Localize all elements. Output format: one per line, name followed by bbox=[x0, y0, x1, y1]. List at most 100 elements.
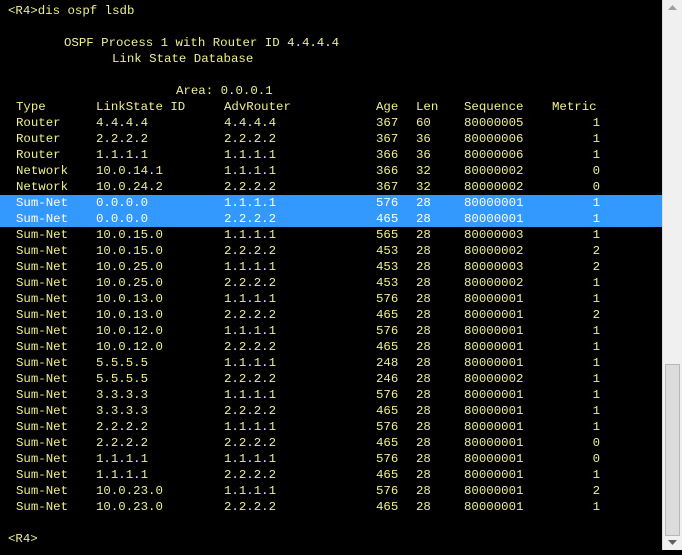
cell-len: 28 bbox=[416, 500, 431, 514]
table-row[interactable]: Sum-Net 3.3.3.3 2.2.2.2 465 28 80000001 1 bbox=[0, 403, 662, 419]
table-row[interactable]: Sum-Net 5.5.5.5 2.2.2.2 246 28 80000002 1 bbox=[0, 371, 662, 387]
cell-linkstate-id: 3.3.3.3 bbox=[96, 404, 149, 418]
arrow-down-icon[interactable] bbox=[663, 535, 682, 550]
cell-len: 28 bbox=[416, 356, 431, 370]
cell-linkstate-id: 10.0.13.0 bbox=[96, 292, 163, 306]
cell-advrouter: 2.2.2.2 bbox=[224, 132, 277, 146]
cell-sequence: 80000002 bbox=[464, 276, 524, 290]
table-row[interactable]: Sum-Net 2.2.2.2 2.2.2.2 465 28 80000001 0 bbox=[0, 435, 662, 451]
table-row[interactable]: Sum-Net 10.0.25.0 2.2.2.2 453 28 80000002 1 bbox=[0, 275, 662, 291]
cell-age: 576 bbox=[376, 420, 399, 434]
table-row[interactable]: Sum-Net 1.1.1.1 1.1.1.1 576 28 80000001 0 bbox=[0, 451, 662, 467]
cell-len: 28 bbox=[416, 340, 431, 354]
table-row[interactable]: Sum-Net 10.0.23.0 2.2.2.2 465 28 80000001 1 bbox=[0, 499, 662, 515]
cell-sequence: 80000002 bbox=[464, 164, 524, 178]
process-title: OSPF Process 1 with Router ID 4.4.4.4 bbox=[64, 36, 340, 50]
table-row[interactable]: Sum-Net 10.0.12.0 2.2.2.2 465 28 80000001 1 bbox=[0, 339, 662, 355]
cell-advrouter: 2.2.2.2 bbox=[224, 404, 277, 418]
cell-metric: 1 bbox=[592, 196, 600, 210]
cell-metric: 1 bbox=[592, 212, 600, 226]
table-row[interactable]: Sum-Net 0.0.0.0 1.1.1.1 576 28 80000001 1 bbox=[0, 195, 662, 211]
table-row[interactable]: Sum-Net 1.1.1.1 2.2.2.2 465 28 80000001 1 bbox=[0, 467, 662, 483]
cell-sequence: 80000001 bbox=[464, 356, 524, 370]
cell-type: Sum-Net bbox=[16, 372, 69, 386]
cell-linkstate-id: 10.0.25.0 bbox=[96, 260, 163, 274]
cell-age: 465 bbox=[376, 404, 399, 418]
cell-type: Sum-Net bbox=[16, 324, 69, 338]
table-row[interactable]: Network 10.0.14.1 1.1.1.1 366 32 80000002 0 bbox=[0, 163, 662, 179]
table-row[interactable]: Sum-Net 2.2.2.2 1.1.1.1 576 28 80000001 1 bbox=[0, 419, 662, 435]
table-row[interactable]: Sum-Net 3.3.3.3 1.1.1.1 576 28 80000001 1 bbox=[0, 387, 662, 403]
cell-metric: 1 bbox=[592, 292, 600, 306]
cell-len: 60 bbox=[416, 116, 431, 130]
cell-advrouter: 2.2.2.2 bbox=[224, 308, 277, 322]
table-row[interactable]: Sum-Net 10.0.15.0 1.1.1.1 565 28 80000003 1 bbox=[0, 227, 662, 243]
cell-age: 453 bbox=[376, 260, 399, 274]
cell-type: Sum-Net bbox=[16, 212, 69, 226]
table-row[interactable]: Sum-Net 5.5.5.5 1.1.1.1 248 28 80000001 1 bbox=[0, 355, 662, 371]
cell-linkstate-id: 10.0.13.0 bbox=[96, 308, 163, 322]
cell-advrouter: 1.1.1.1 bbox=[224, 228, 277, 242]
vertical-scrollbar[interactable] bbox=[662, 0, 682, 550]
cell-linkstate-id: 10.0.23.0 bbox=[96, 500, 163, 514]
cell-sequence: 80000001 bbox=[464, 484, 524, 498]
cell-len: 28 bbox=[416, 260, 431, 274]
header-advrouter: AdvRouter bbox=[224, 100, 291, 114]
cell-metric: 1 bbox=[592, 148, 600, 162]
header-linkstate-id: LinkState ID bbox=[96, 100, 186, 114]
header-metric: Metric bbox=[552, 100, 597, 114]
table-row[interactable]: Router 4.4.4.4 4.4.4.4 367 60 80000005 1 bbox=[0, 115, 662, 131]
cell-metric: 1 bbox=[592, 420, 600, 434]
terminal-window[interactable]: <R4>dis ospf lsdb OSPF Process 1 with Ro… bbox=[0, 0, 662, 550]
cell-type: Sum-Net bbox=[16, 436, 69, 450]
table-row[interactable]: Sum-Net 10.0.15.0 2.2.2.2 453 28 80000002 2 bbox=[0, 243, 662, 259]
table-row[interactable]: Network 10.0.24.2 2.2.2.2 367 32 80000002 0 bbox=[0, 179, 662, 195]
cell-len: 32 bbox=[416, 164, 431, 178]
cell-sequence: 80000001 bbox=[464, 500, 524, 514]
cell-advrouter: 1.1.1.1 bbox=[224, 356, 277, 370]
cell-len: 36 bbox=[416, 132, 431, 146]
cell-advrouter: 2.2.2.2 bbox=[224, 436, 277, 450]
cell-linkstate-id: 10.0.23.0 bbox=[96, 484, 163, 498]
cell-metric: 0 bbox=[592, 164, 600, 178]
cell-linkstate-id: 1.1.1.1 bbox=[96, 452, 149, 466]
cell-linkstate-id: 10.0.14.1 bbox=[96, 164, 163, 178]
title-line-2: Link State Database bbox=[0, 51, 662, 67]
table-row[interactable]: Router 1.1.1.1 1.1.1.1 366 36 80000006 1 bbox=[0, 147, 662, 163]
cell-len: 32 bbox=[416, 180, 431, 194]
cell-age: 465 bbox=[376, 340, 399, 354]
cell-sequence: 80000003 bbox=[464, 260, 524, 274]
cell-len: 28 bbox=[416, 468, 431, 482]
cell-advrouter: 1.1.1.1 bbox=[224, 196, 277, 210]
prompt-line[interactable]: <R4> bbox=[0, 531, 662, 547]
cell-metric: 2 bbox=[592, 244, 600, 258]
table-row[interactable]: Sum-Net 10.0.13.0 2.2.2.2 465 28 80000001 2 bbox=[0, 307, 662, 323]
cell-type: Sum-Net bbox=[16, 356, 69, 370]
cell-type: Network bbox=[16, 180, 69, 194]
cell-type: Sum-Net bbox=[16, 292, 69, 306]
cell-sequence: 80000001 bbox=[464, 420, 524, 434]
table-row[interactable]: Router 2.2.2.2 2.2.2.2 367 36 80000006 1 bbox=[0, 131, 662, 147]
cell-sequence: 80000001 bbox=[464, 404, 524, 418]
cell-advrouter: 1.1.1.1 bbox=[224, 164, 277, 178]
cell-sequence: 80000001 bbox=[464, 468, 524, 482]
table-row[interactable]: Sum-Net 0.0.0.0 2.2.2.2 465 28 80000001 1 bbox=[0, 211, 662, 227]
arrow-up-icon[interactable] bbox=[663, 0, 682, 15]
cell-linkstate-id: 10.0.24.2 bbox=[96, 180, 163, 194]
cell-age: 246 bbox=[376, 372, 399, 386]
cell-linkstate-id: 10.0.15.0 bbox=[96, 228, 163, 242]
cell-len: 28 bbox=[416, 404, 431, 418]
cell-age: 465 bbox=[376, 436, 399, 450]
scrollbar-thumb[interactable] bbox=[665, 364, 680, 536]
cell-type: Sum-Net bbox=[16, 420, 69, 434]
table-row[interactable]: Sum-Net 10.0.13.0 1.1.1.1 576 28 80000001 1 bbox=[0, 291, 662, 307]
cell-metric: 1 bbox=[592, 468, 600, 482]
cell-len: 28 bbox=[416, 420, 431, 434]
cell-advrouter: 1.1.1.1 bbox=[224, 452, 277, 466]
cell-sequence: 80000006 bbox=[464, 132, 524, 146]
cell-type: Sum-Net bbox=[16, 308, 69, 322]
cell-advrouter: 2.2.2.2 bbox=[224, 244, 277, 258]
table-row[interactable]: Sum-Net 10.0.25.0 1.1.1.1 453 28 80000003 2 bbox=[0, 259, 662, 275]
table-row[interactable]: Sum-Net 10.0.12.0 1.1.1.1 576 28 80000001 1 bbox=[0, 323, 662, 339]
table-row[interactable]: Sum-Net 10.0.23.0 1.1.1.1 576 28 80000001 2 bbox=[0, 483, 662, 499]
